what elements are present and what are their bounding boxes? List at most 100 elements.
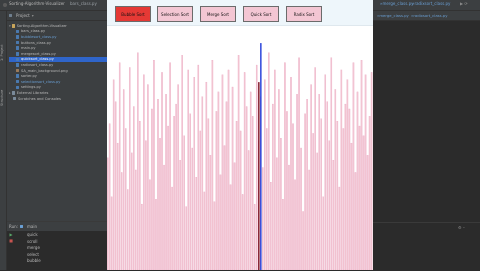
file-name: mergesort_class.py [21, 51, 56, 56]
sort-bar [239, 130, 242, 270]
sort-bar [189, 113, 191, 270]
sort-bar [231, 86, 234, 270]
sort-bar [312, 133, 314, 270]
sort-bar [163, 164, 165, 270]
settings-gear-icon[interactable]: ⚙ – [458, 225, 465, 231]
visualizer-window: Bubble Sort Selection Sort Merge Sort Qu… [107, 0, 373, 270]
sort-bar [120, 172, 123, 270]
editor-tab[interactable]: bars_class.py [70, 1, 97, 6]
right-tab-radix[interactable]: »radixsort_class.py [412, 1, 450, 6]
run-config[interactable]: main [27, 224, 37, 230]
file-name: sorter.py [21, 74, 37, 79]
sort-bar [129, 67, 131, 270]
rerun-icon[interactable]: ▶ [9, 233, 12, 237]
sort-bar [116, 142, 119, 270]
python-file-icon [16, 46, 19, 50]
sort-bar [126, 189, 129, 270]
sort-bar [191, 147, 194, 270]
sort-bar [366, 155, 369, 270]
sort-bar [139, 121, 141, 270]
sort-bar [199, 130, 202, 270]
window-dot-icon[interactable] [3, 3, 7, 7]
sort-bar [322, 196, 324, 270]
run-output-line: bubble [27, 258, 41, 263]
editor-tab[interactable]: »merge_class.py [377, 13, 409, 18]
tree-item-scratches[interactable]: Scratches and Consoles [9, 96, 108, 102]
chevron-down-icon[interactable]: ▾ [32, 13, 34, 19]
sort-bar [217, 91, 220, 270]
sort-bar [193, 77, 196, 270]
tree-item-label: Scratches and Consoles [18, 96, 61, 101]
sort-bar [213, 201, 216, 270]
radix-sort-button[interactable]: Radix Sort [286, 6, 322, 22]
sort-bar [175, 103, 177, 270]
python-file-icon [16, 68, 19, 73]
sort-bar [298, 57, 300, 270]
sort-bar [207, 118, 210, 270]
sort-bar [358, 125, 361, 270]
editor-tabs: »merge_class.py »radixsort_class.py [373, 11, 480, 21]
sort-bar [185, 206, 187, 270]
sort-bar [133, 106, 135, 270]
sort-bar [211, 60, 214, 270]
selection-sort-button[interactable]: Selection Sort [157, 6, 193, 22]
sort-bar [352, 62, 355, 270]
sort-bar [167, 125, 169, 270]
run-label: Run: [9, 223, 19, 229]
sort-bar [247, 150, 250, 270]
bubble-sort-button[interactable]: Bubble Sort [115, 6, 151, 22]
sort-bar [179, 160, 181, 270]
library-icon [11, 91, 15, 95]
sort-bar [205, 81, 208, 270]
sort-bar [338, 186, 341, 270]
project-panel-label[interactable]: Project [16, 13, 30, 19]
sort-bar [221, 74, 224, 270]
project-panel-header: Project ▾ [7, 11, 108, 21]
sort-bar [278, 89, 280, 270]
file-name: quicksort_class.py [21, 57, 54, 62]
sort-bar [151, 108, 153, 270]
python-file-icon [16, 40, 19, 45]
expand-arrow-icon[interactable]: ▸ [9, 90, 11, 96]
structure-tool-tab[interactable]: Structure [0, 90, 4, 106]
sort-bar [268, 52, 270, 270]
sort-bar [284, 62, 286, 270]
expand-arrow-icon[interactable]: ▾ [9, 23, 11, 29]
merge-sort-button[interactable]: Merge Sort [200, 6, 236, 22]
sort-bar [181, 55, 183, 270]
sort-bar [183, 135, 185, 270]
file-name: bars_class.py [21, 29, 46, 34]
run-panel: Run: main ▶ ■ quick scroll merge select bubb… [7, 221, 108, 271]
sort-bar [350, 142, 353, 270]
sort-bar [108, 123, 111, 270]
sort-bar [324, 74, 327, 270]
sort-bar [346, 79, 349, 270]
sort-bar [282, 199, 284, 270]
sort-bar [249, 91, 252, 270]
sort-bar [302, 211, 304, 270]
sort-bar [135, 169, 137, 270]
current-bar [260, 43, 262, 270]
editor-tab[interactable]: »radixsort_class.py [411, 13, 447, 18]
sort-bar [262, 167, 264, 270]
project-tool-tab[interactable]: 1: Project [0, 45, 4, 62]
sort-bar [348, 108, 351, 270]
sort-bar [328, 140, 331, 270]
run-panel-header: Run: main [7, 222, 108, 231]
file-list: bars_class.py bubblesort_class.py buttons_… [9, 29, 108, 91]
sort-bar [171, 186, 173, 270]
sort-bar [241, 194, 244, 270]
tree-item-label: External Libraries [16, 90, 49, 95]
sort-bar [294, 179, 296, 270]
python-file-icon [16, 74, 19, 78]
sort-bar [147, 84, 149, 270]
stop-icon[interactable]: ■ [9, 239, 13, 243]
sort-bar [356, 91, 359, 270]
sort-bar [286, 111, 288, 270]
tree-root-label: Sorting-Algorithm-Visualizer [16, 23, 67, 28]
run-icon[interactable]: ▶ ⟳ [460, 1, 468, 6]
sort-bar [122, 89, 125, 270]
quick-sort-button[interactable]: Quick Sort [243, 6, 279, 22]
sort-bar [209, 155, 212, 270]
right-tab-merge[interactable]: »merge_class.py [380, 1, 414, 6]
